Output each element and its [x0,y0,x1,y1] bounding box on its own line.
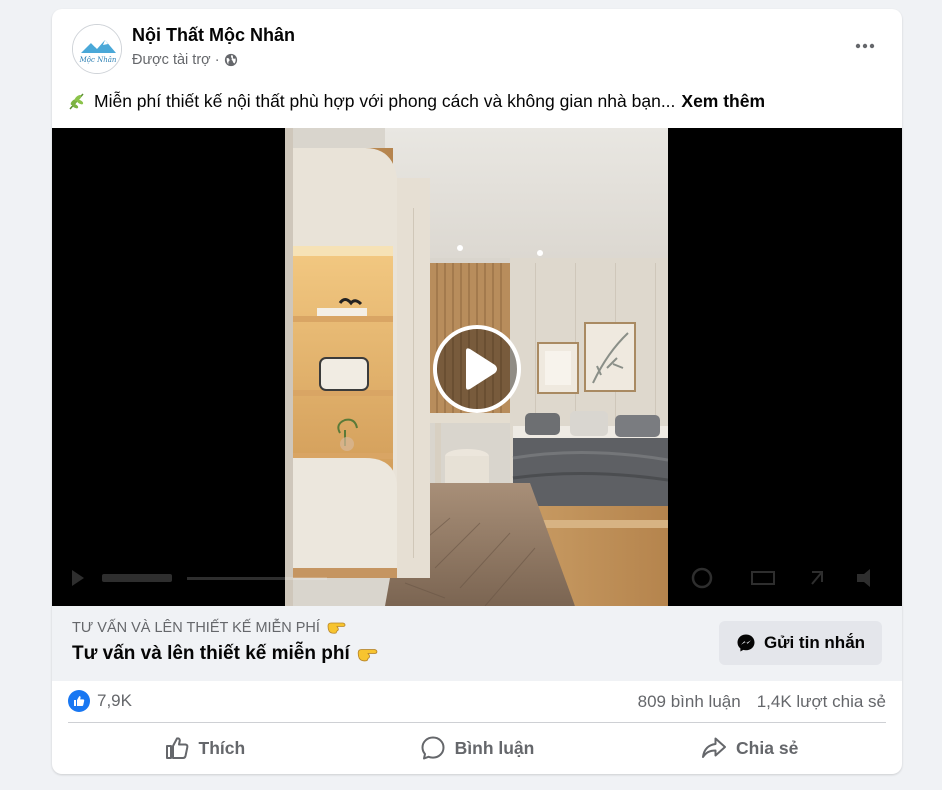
post-actions: Thích Bình luận Chia sẻ [68,725,886,771]
reaction-summary[interactable]: 7,9K [68,690,132,712]
see-more-link[interactable]: Xem thêm [681,90,765,112]
post-text: Miễn phí thiết kế nội thất phù hợp với p… [66,90,896,112]
comment-count[interactable]: 809 bình luận [638,692,741,712]
cta-title: Tư vấn và lên thiết kế miễn phí [72,643,378,665]
post-body: Miễn phí thiết kế nội thất phù hợp với p… [94,91,676,111]
like-button[interactable]: Thích [68,725,341,771]
comment-icon [421,736,445,760]
send-message-button[interactable]: Gửi tin nhắn [719,621,882,665]
actions-divider [68,722,886,723]
page-avatar[interactable]: Mộc Nhân [72,24,122,74]
cta-caption-text: TƯ VẤN VÀ LÊN THIẾT KẾ MIỄN PHÍ [72,620,320,636]
call-to-action-bar[interactable]: TƯ VẤN VÀ LÊN THIẾT KẾ MIỄN PHÍ Tư vấn v… [52,606,902,681]
sponsored-post-card: Mộc Nhân Nội Thất Mộc Nhân Được tài trợ … [52,9,902,774]
like-label: Thích [198,737,246,758]
video-controls-bar[interactable] [52,564,902,592]
play-icon[interactable] [432,324,522,414]
more-options-button[interactable] [850,31,880,61]
comment-button[interactable]: Bình luận [341,725,614,771]
cta-title-text[interactable]: Tư vấn và lên thiết kế miễn phí [72,643,350,665]
video-player[interactable] [52,128,902,606]
stats-right: 809 bình luận 1,4K lượt chia sẻ [638,692,886,712]
messenger-icon [736,633,756,653]
globe-icon[interactable] [224,53,238,67]
herb-emoji-icon [66,90,88,112]
share-count[interactable]: 1,4K lượt chia sẻ [757,692,886,712]
post-header: Mộc Nhân Nội Thất Mộc Nhân Được tài trợ … [52,9,902,89]
comment-label: Bình luận [454,737,535,758]
sponsored-line: Được tài trợ · [132,52,238,68]
backhand-index-pointing-right-icon [356,645,378,663]
backhand-index-pointing-right-icon [326,619,346,637]
share-icon [702,737,727,758]
share-button[interactable]: Chia sẻ [613,725,886,771]
engagement-stats: 7,9K 809 bình luận 1,4K lượt chia sẻ [52,681,902,723]
thumbs-up-icon [165,737,188,759]
share-label: Chia sẻ [736,737,799,758]
cta-caption: TƯ VẤN VÀ LÊN THIẾT KẾ MIỄN PHÍ [72,619,346,637]
avatar-logo-text: Mộc Nhân [79,56,117,64]
sponsored-label[interactable]: Được tài trợ [132,52,211,68]
separator-dot: · [214,52,220,68]
more-options-icon [855,43,875,49]
like-reaction-icon [68,690,90,712]
page-name[interactable]: Nội Thất Mộc Nhân [132,25,295,46]
send-message-label: Gửi tin nhắn [763,633,866,652]
like-count: 7,9K [97,691,132,710]
